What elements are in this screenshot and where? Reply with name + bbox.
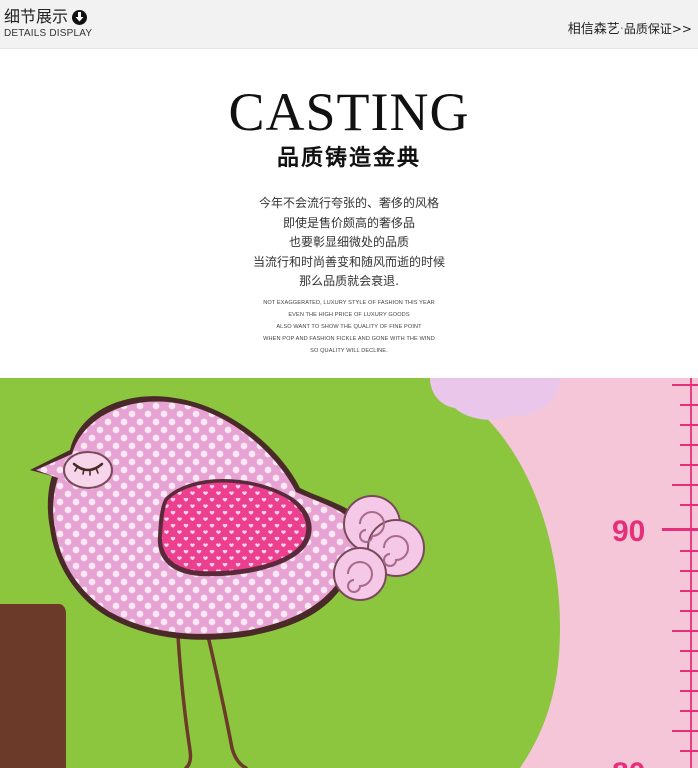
casting-subheading: 品质铸造金典 <box>276 146 421 171</box>
poem-english: NOT EXAGGERATED, LUXURY STYLE OF FASHION… <box>0 297 698 357</box>
english-line: EVEN THE HIGH PRICE OF LUXURY GOODS <box>288 312 410 318</box>
section-heading: 细节展示 DETAILS DISPLAY <box>4 7 93 40</box>
poem-line: 即使是售价颇高的奢侈品 <box>282 215 415 230</box>
brand-slogan[interactable]: 相信森艺·品质保证>> <box>568 18 692 37</box>
english-line: ALSO WANT TO SHOW THE QUALITY OF FINE PO… <box>276 324 422 330</box>
download-arrow-icon <box>72 9 88 25</box>
header-bar: 细节展示 DETAILS DISPLAY 相信森艺·品质保证>> <box>0 0 698 49</box>
english-line: WHEN POP AND FASHION FICKLE AND GONE WIT… <box>263 336 435 342</box>
casting-heading: CASTING <box>228 82 470 142</box>
poem-line: 今年不会流行夸张的、奢侈的风格 <box>258 196 439 210</box>
poem-line: 也要彰显细微处的品质 <box>288 235 409 249</box>
poem-line: 那么品质就会衰退. <box>299 274 399 288</box>
poem-chinese: 今年不会流行夸张的、奢侈的风格 即使是售价颇高的奢侈品 也要彰显细微处的品质 当… <box>0 194 698 292</box>
poem-line: 当流行和时尚善变和随风而逝的时候 <box>252 254 445 269</box>
height-chart-illustration: 90 80 <box>0 378 698 768</box>
english-line: NOT EXAGGERATED, LUXURY STYLE OF FASHION… <box>263 300 435 306</box>
product-detail-photo: 90 80 <box>0 378 698 768</box>
section-subtitle: DETAILS DISPLAY <box>4 28 93 39</box>
ruler-label-80: 80 <box>612 757 645 768</box>
english-line: SO QUALITY WILL DECLINE. <box>310 348 388 354</box>
section-title: 细节展示 <box>4 7 69 26</box>
ruler-label-90: 90 <box>612 515 645 548</box>
brand-name: 相信森艺 <box>567 22 620 37</box>
quality-link[interactable]: 品质保证>> <box>624 22 692 36</box>
